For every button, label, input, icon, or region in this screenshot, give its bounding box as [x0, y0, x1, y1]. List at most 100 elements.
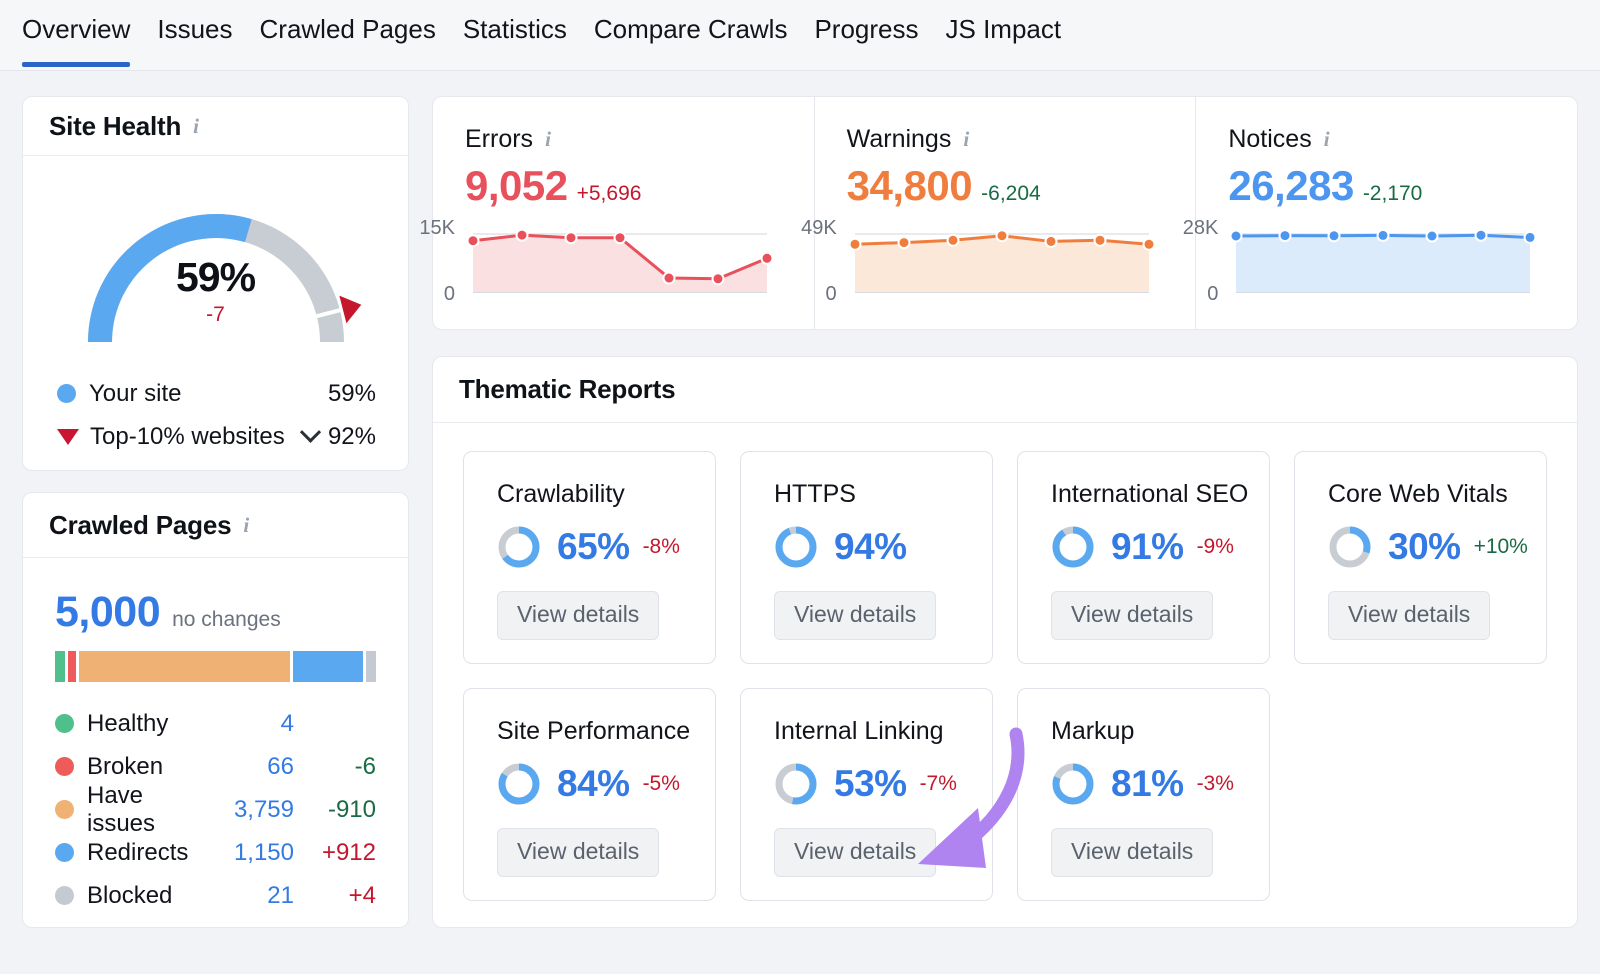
axis-tick-bottom: 0: [1207, 283, 1219, 305]
thematic-report-card-https: HTTPS 94% View details: [740, 451, 993, 664]
view-details-button[interactable]: View details: [1051, 828, 1214, 877]
tab-crawled-pages[interactable]: Crawled Pages: [260, 0, 436, 67]
info-icon[interactable]: i: [545, 127, 551, 152]
list-item[interactable]: Have issues 3,759 -910: [55, 782, 376, 837]
data-point: [1095, 235, 1105, 245]
thematic-report-name: Markup: [1051, 717, 1135, 745]
tab-label: Crawled Pages: [259, 14, 436, 44]
legend-dot-icon: [55, 757, 74, 776]
donut-progress-icon: [775, 763, 817, 805]
view-details-button[interactable]: View details: [1051, 591, 1214, 640]
tab-bar: Overview Issues Crawled Pages Statistics…: [0, 0, 1600, 71]
tab-label: Statistics: [462, 14, 567, 44]
axis-tick-bottom: 0: [443, 283, 455, 305]
crawled-pages-total: 5,000 no changes: [55, 588, 408, 637]
thematic-report-change: -7%: [919, 772, 957, 795]
view-details-button[interactable]: View details: [774, 591, 937, 640]
tab-statistics[interactable]: Statistics: [463, 0, 567, 67]
view-details-button[interactable]: View details: [497, 828, 660, 877]
kpi-label: Errors: [465, 125, 534, 153]
triangle-down-icon: [57, 428, 79, 445]
thematic-report-score: 94%: [774, 525, 992, 569]
tab-js-impact[interactable]: JS Impact: [946, 0, 1062, 67]
axis-tick-top: 28K: [1182, 217, 1219, 239]
donut-progress-icon: [498, 526, 540, 568]
list-item-label: Have issues: [87, 781, 156, 837]
info-icon[interactable]: i: [243, 513, 249, 538]
kpi-sparkline: 28K 0: [1183, 218, 1538, 304]
thematic-report-card-site-performance: Site Performance 84% -5% View details: [463, 688, 716, 901]
list-item-label: Blocked: [87, 881, 173, 909]
issue-kpi-errors: Errors i 9,052 +5,696 15K 0: [419, 97, 814, 329]
gauge-delta: -7: [206, 303, 225, 326]
data-point: [899, 238, 909, 248]
list-item-change: -910: [327, 795, 376, 823]
axis-tick-top: 15K: [419, 217, 455, 239]
stacked-bar-segment: [78, 651, 290, 682]
data-point: [1476, 230, 1486, 240]
legend-dot-icon: [55, 843, 74, 862]
list-item[interactable]: Healthy 4: [55, 702, 376, 745]
kpi-value-row: 9,052 +5,696: [465, 162, 814, 210]
data-point: [850, 239, 860, 249]
crawled-pages-header: Crawled Pages i: [23, 493, 408, 558]
data-point: [615, 233, 625, 243]
view-details-button[interactable]: View details: [774, 828, 937, 877]
tab-issues[interactable]: Issues: [157, 0, 232, 67]
chevron-down-icon[interactable]: [300, 421, 322, 443]
total-count: 5,000: [55, 588, 161, 636]
thematic-reports-header: Thematic Reports: [433, 357, 1577, 423]
data-point: [1525, 232, 1535, 242]
thematic-report-card-international-seo: International SEO 91% -9% View details: [1017, 451, 1270, 664]
issues-summary-row: Errors i 9,052 +5,696 15K 0 Warnings i 34,800 -6,…: [419, 97, 1577, 329]
thematic-report-percent: 91%: [1111, 526, 1184, 567]
list-item[interactable]: Blocked 21 +4: [55, 874, 376, 917]
tab-progress[interactable]: Progress: [814, 0, 918, 67]
axis-tick-top: 49K: [801, 217, 837, 239]
info-icon[interactable]: i: [193, 114, 199, 139]
info-icon[interactable]: i: [1324, 127, 1330, 152]
kpi-header: Warnings i: [847, 125, 1196, 154]
site-health-legend: Your site 59% Top-10% websites 92%: [57, 372, 376, 458]
thematic-report-change: -5%: [642, 772, 680, 795]
thematic-report-score: 84% -5%: [497, 762, 715, 806]
kpi-label: Warnings: [846, 125, 952, 153]
thematic-report-card-internal-linking: Internal Linking 53% -7% View details: [740, 688, 993, 901]
legend-row-top-10-websites[interactable]: Top-10% websites 92%: [57, 415, 376, 458]
kpi-value: 9,052: [465, 162, 568, 209]
legend-label: Top-10% websites: [90, 422, 285, 450]
view-details-button[interactable]: View details: [497, 591, 660, 640]
thematic-report-percent: 84%: [557, 763, 630, 804]
thematic-reports-grid: Crawlability 65% -8% View details HTTPS 94% Vi…: [433, 423, 1577, 901]
thematic-report-name: International SEO: [1051, 480, 1249, 508]
data-point: [664, 273, 674, 283]
data-point: [1378, 230, 1388, 240]
data-point: [1280, 231, 1290, 241]
thematic-report-change: -9%: [1196, 535, 1234, 558]
data-point: [1329, 231, 1339, 241]
tab-compare-crawls[interactable]: Compare Crawls: [594, 0, 788, 67]
data-point: [517, 230, 527, 240]
thematic-report-name: Site Performance: [497, 717, 691, 745]
list-item-change: +4: [348, 881, 376, 909]
thematic-report-score: 91% -9%: [1051, 525, 1269, 569]
thematic-report-name: Internal Linking: [774, 717, 944, 745]
site-health-header: Site Health i: [23, 97, 408, 156]
data-point: [1144, 239, 1154, 249]
view-details-button[interactable]: View details: [1328, 591, 1491, 640]
thematic-report-change: -8%: [642, 535, 680, 558]
kpi-header: Errors i: [465, 125, 814, 154]
list-item-label: Redirects: [87, 838, 189, 866]
stacked-bar-segment: [366, 651, 376, 682]
thematic-report-percent: 81%: [1111, 763, 1184, 804]
section-title: Crawled Pages: [49, 509, 232, 540]
info-icon[interactable]: i: [963, 127, 969, 152]
thematic-report-card-crawlability: Crawlability 65% -8% View details: [463, 451, 716, 664]
tab-overview[interactable]: Overview: [22, 0, 131, 67]
thematic-report-percent: 65%: [557, 526, 630, 567]
kpi-sparkline: 49K 0: [801, 218, 1157, 304]
list-item-count: 21: [267, 881, 294, 909]
kpi-value-row: 26,283 -2,170: [1228, 162, 1577, 210]
tab-label: Compare Crawls: [593, 14, 788, 44]
crawled-pages-stacked-bar: [55, 651, 376, 682]
